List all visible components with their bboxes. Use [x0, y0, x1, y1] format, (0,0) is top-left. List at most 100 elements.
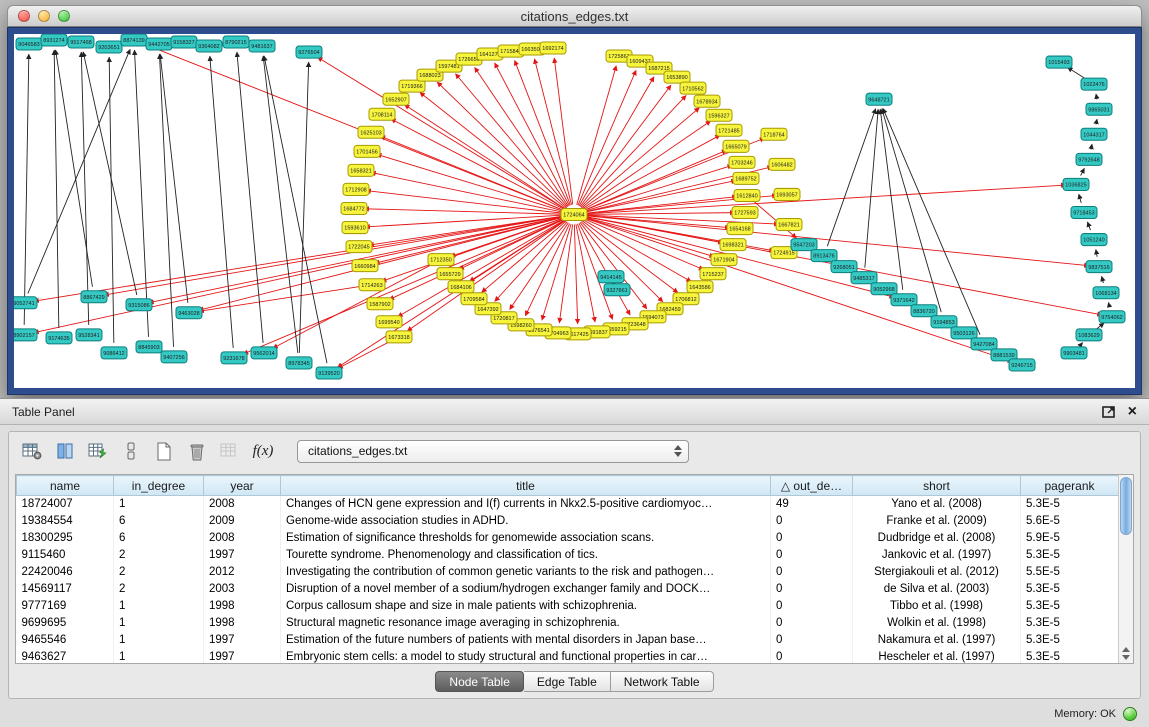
graph-edge[interactable]: [81, 52, 88, 325]
table-cell[interactable]: 0: [771, 649, 853, 665]
import-table-icon[interactable]: [85, 438, 111, 464]
graph-node[interactable]: 1596327: [706, 109, 732, 121]
graph-node[interactable]: 1658321: [348, 164, 374, 176]
graph-edge[interactable]: [1080, 343, 1082, 346]
close-panel-icon[interactable]: ×: [1128, 406, 1137, 418]
graph-node[interactable]: 1051240: [1081, 234, 1107, 246]
row-options-icon[interactable]: [118, 438, 144, 464]
graph-node[interactable]: 9517468: [68, 36, 94, 48]
table-cell[interactable]: 14569117: [17, 581, 114, 598]
table-row[interactable]: 2242004622012Investigating the contribut…: [17, 564, 1119, 581]
graph-node[interactable]: 1015493: [1046, 56, 1072, 68]
graph-edge[interactable]: [1087, 222, 1090, 230]
graph-node[interactable]: 9754062: [1099, 311, 1125, 323]
table-cell[interactable]: 1998: [204, 615, 281, 632]
graph-node[interactable]: 1714263: [359, 279, 385, 291]
table-cell[interactable]: 9699695: [17, 615, 114, 632]
table-row[interactable]: 977716911998Corpus callosum shape and si…: [17, 598, 1119, 615]
table-select-dropdown[interactable]: citations_edges.txt: [297, 440, 689, 463]
graph-node[interactable]: 1693057: [774, 188, 800, 200]
graph-node[interactable]: 9246715: [1009, 359, 1035, 371]
table-row[interactable]: 911546021997Tourette syndrome. Phenomeno…: [17, 547, 1119, 564]
graph-node[interactable]: 1606482: [769, 158, 795, 170]
table-cell[interactable]: Corpus callosum shape and size in male p…: [281, 598, 771, 615]
graph-edge[interactable]: [1081, 168, 1085, 175]
graph-edge[interactable]: [159, 54, 173, 347]
table-row[interactable]: 946554611997Estimation of the future num…: [17, 632, 1119, 649]
network-canvas[interactable]: 1724064162510317014561658321171290816847…: [14, 34, 1135, 388]
table-cell[interactable]: Genome-wide association studies in ADHD.: [281, 513, 771, 530]
table-cell[interactable]: 9115460: [17, 547, 114, 564]
graph-node[interactable]: 9503126: [951, 327, 977, 339]
table-cell[interactable]: 18300295: [17, 530, 114, 547]
column-header[interactable]: year: [204, 476, 281, 496]
graph-edge[interactable]: [34, 216, 564, 301]
graph-edge[interactable]: [199, 217, 565, 310]
graph-node[interactable]: 1587902: [367, 298, 393, 310]
graph-node[interactable]: 1727593: [732, 206, 758, 218]
table-cell[interactable]: 0: [771, 581, 853, 598]
table-cell[interactable]: 1998: [204, 598, 281, 615]
column-header[interactable]: in_degree: [114, 476, 204, 496]
graph-node[interactable]: 9371642: [891, 294, 917, 306]
table-cell[interactable]: 5.3E-5: [1021, 615, 1119, 632]
table-cell[interactable]: Tourette syndrome. Phenomenology and cla…: [281, 547, 771, 564]
graph-edge[interactable]: [199, 286, 362, 311]
graph-node[interactable]: 1673318: [386, 331, 412, 343]
table-cell[interactable]: 2009: [204, 513, 281, 530]
graph-node[interactable]: 1660984: [352, 260, 378, 272]
graph-node[interactable]: 1719366: [399, 80, 425, 92]
graph-edge[interactable]: [54, 50, 59, 328]
graph-node[interactable]: 1722045: [346, 241, 372, 253]
graph-node[interactable]: 9648721: [866, 93, 892, 105]
table-cell[interactable]: 1997: [204, 547, 281, 564]
table-cell[interactable]: Wolkin et al. (1998): [853, 615, 1021, 632]
graph-edge[interactable]: [455, 74, 567, 207]
table-row[interactable]: 1456911722003Disruption of a novel membe…: [17, 581, 1119, 598]
graph-node[interactable]: 1712908: [343, 183, 369, 195]
table-cell[interactable]: Hescheler et al. (1997): [853, 649, 1021, 665]
table-cell[interactable]: 2: [114, 564, 204, 581]
graph-node[interactable]: 9315086: [126, 299, 152, 311]
graph-edge[interactable]: [1096, 119, 1097, 124]
graph-node[interactable]: 1593610: [342, 222, 368, 234]
table-cell[interactable]: 1997: [204, 649, 281, 665]
table-cell[interactable]: 2008: [204, 530, 281, 547]
graph-edge[interactable]: [1097, 323, 1104, 329]
graph-node[interactable]: 9414145: [598, 271, 624, 283]
graph-node[interactable]: 1699540: [376, 316, 402, 328]
graph-edge[interactable]: [1079, 194, 1082, 203]
graph-edge[interactable]: [882, 109, 941, 312]
graph-node[interactable]: 1653890: [664, 71, 690, 83]
graph-node[interactable]: 1689752: [733, 172, 759, 184]
graph-edge[interactable]: [371, 172, 564, 212]
table-cell[interactable]: Disruption of a novel member of a sodium…: [281, 581, 771, 598]
graph-edge[interactable]: [24, 54, 29, 325]
table-cell[interactable]: Yano et al. (2008): [853, 496, 1021, 513]
graph-node[interactable]: 1718764: [761, 128, 787, 140]
table-cell[interactable]: 0: [771, 547, 853, 564]
table-cell[interactable]: 1: [114, 496, 204, 513]
table-row[interactable]: 1830029562008Estimation of significance …: [17, 530, 1119, 547]
table-row[interactable]: 969969511998Structural magnetic resonanc…: [17, 615, 1119, 632]
function-builder-button[interactable]: f(x): [250, 438, 276, 464]
graph-node[interactable]: 1721485: [716, 124, 742, 136]
table-cell[interactable]: 5.5E-5: [1021, 564, 1119, 581]
graph-node[interactable]: 8867429: [81, 291, 107, 303]
graph-node[interactable]: 9485317: [851, 272, 877, 284]
graph-node[interactable]: 1044317: [1081, 128, 1107, 140]
graph-node[interactable]: 1701456: [354, 145, 380, 157]
graph-node[interactable]: 1655729: [437, 268, 463, 280]
table-cell[interactable]: 5.3E-5: [1021, 581, 1119, 598]
graph-edge[interactable]: [1102, 276, 1104, 283]
graph-edge[interactable]: [1067, 67, 1085, 78]
table-cell[interactable]: 19384554: [17, 513, 114, 530]
table-cell[interactable]: 2012: [204, 564, 281, 581]
graph-node[interactable]: 1643586: [687, 281, 713, 293]
graph-node[interactable]: 9865031: [1086, 103, 1112, 115]
graph-node[interactable]: 1709584: [461, 293, 487, 305]
graph-node[interactable]: 1724064: [561, 208, 587, 220]
graph-node[interactable]: 9528341: [76, 329, 102, 341]
tab-edge-table[interactable]: Edge Table: [524, 671, 611, 692]
table-cell[interactable]: 9777169: [17, 598, 114, 615]
